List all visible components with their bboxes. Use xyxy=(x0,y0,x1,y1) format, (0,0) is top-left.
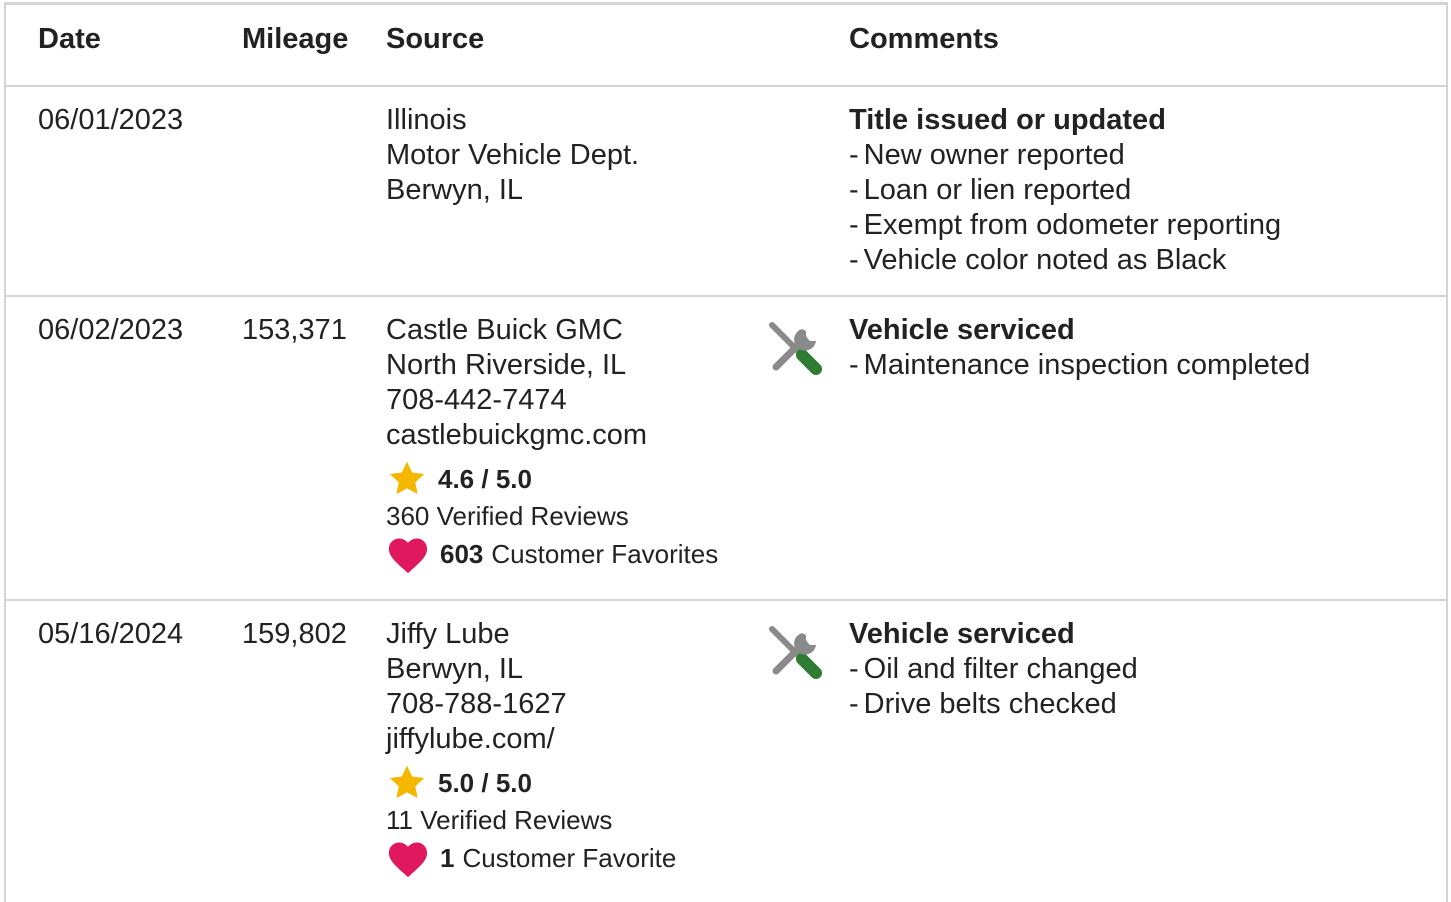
comment-item: - Maintenance inspection completed xyxy=(849,349,1311,381)
source-website-link[interactable]: castlebuickgmc.com xyxy=(386,418,718,453)
history-record: 05/16/2024 159,802 Jiffy Lube Berwyn, IL… xyxy=(6,601,1446,901)
record-mileage: 153,371 xyxy=(242,314,347,346)
heart-icon xyxy=(388,538,428,574)
header-mileage: Mileage xyxy=(242,23,349,55)
record-date: 06/01/2023 xyxy=(38,104,184,136)
record-comments: Title issued or updated - New owner repor… xyxy=(849,103,1281,278)
comment-item: - Loan or lien reported xyxy=(849,174,1132,206)
comment-title: Vehicle serviced xyxy=(849,314,1075,346)
header-date: Date xyxy=(38,23,101,55)
heart-icon xyxy=(388,842,428,878)
customer-favorites: 603 Customer Favorites xyxy=(386,533,718,575)
header-comments: Comments xyxy=(849,23,999,55)
favorites-count: 603 xyxy=(440,538,484,569)
source-phone[interactable]: 708-442-7474 xyxy=(386,383,718,418)
record-source: Castle Buick GMC North Riverside, IL 708… xyxy=(386,313,718,575)
favorites-label: Customer Favorite xyxy=(462,842,677,873)
service-tools-icon xyxy=(766,623,824,688)
rating: 5.0 / 5.0 xyxy=(386,763,676,803)
history-record: 06/01/2023 Illinois Motor Vehicle Dept. … xyxy=(6,85,1446,297)
customer-favorites: 1 Customer Favorite xyxy=(386,837,676,879)
star-icon xyxy=(389,765,425,799)
header-source: Source xyxy=(386,23,485,55)
comment-item: - Exempt from odometer reporting xyxy=(849,209,1282,241)
record-date: 05/16/2024 xyxy=(38,618,184,650)
record-source: Jiffy Lube Berwyn, IL 708-788-1627 jiffy… xyxy=(386,617,676,879)
star-icon xyxy=(389,461,425,495)
record-comments: Vehicle serviced - Oil and filter changed… xyxy=(849,617,1138,722)
vehicle-history-table: Date Mileage Source Comments 06/01/2023 … xyxy=(4,2,1448,902)
table-header-row: Date Mileage Source Comments xyxy=(6,5,1446,87)
comment-title: Vehicle serviced xyxy=(849,618,1075,650)
source-name: Illinois xyxy=(386,104,467,136)
comment-item: - Drive belts checked xyxy=(849,688,1117,720)
rating: 4.6 / 5.0 xyxy=(386,459,718,499)
source-line: Motor Vehicle Dept. xyxy=(386,139,640,171)
source-location: North Riverside, IL xyxy=(386,349,627,381)
record-source: Illinois Motor Vehicle Dept. Berwyn, IL xyxy=(386,103,639,208)
source-name[interactable]: Jiffy Lube xyxy=(386,617,676,652)
rating-value: 5.0 / 5.0 xyxy=(438,767,532,798)
comment-title: Title issued or updated xyxy=(849,104,1166,136)
verified-reviews-link[interactable]: 360 Verified Reviews xyxy=(386,499,718,533)
source-location: Berwyn, IL xyxy=(386,174,523,206)
comment-item: - Vehicle color noted as Black xyxy=(849,244,1227,276)
record-comments: Vehicle serviced - Maintenance inspection… xyxy=(849,313,1310,383)
source-location: Berwyn, IL xyxy=(386,653,523,685)
source-name[interactable]: Castle Buick GMC xyxy=(386,313,718,348)
service-tools-icon xyxy=(766,319,824,384)
favorites-count: 1 xyxy=(440,842,455,873)
comment-item: - New owner reported xyxy=(849,139,1125,171)
verified-reviews-link[interactable]: 11 Verified Reviews xyxy=(386,803,676,837)
source-website-link[interactable]: jiffylube.com/ xyxy=(386,722,676,757)
favorites-label: Customer Favorites xyxy=(491,538,719,569)
record-date: 06/02/2023 xyxy=(38,314,184,346)
history-record: 06/02/2023 153,371 Castle Buick GMC Nort… xyxy=(6,297,1446,601)
rating-value: 4.6 / 5.0 xyxy=(438,463,532,494)
source-phone[interactable]: 708-788-1627 xyxy=(386,687,676,722)
record-mileage: 159,802 xyxy=(242,618,347,650)
comment-item: - Oil and filter changed xyxy=(849,653,1138,685)
